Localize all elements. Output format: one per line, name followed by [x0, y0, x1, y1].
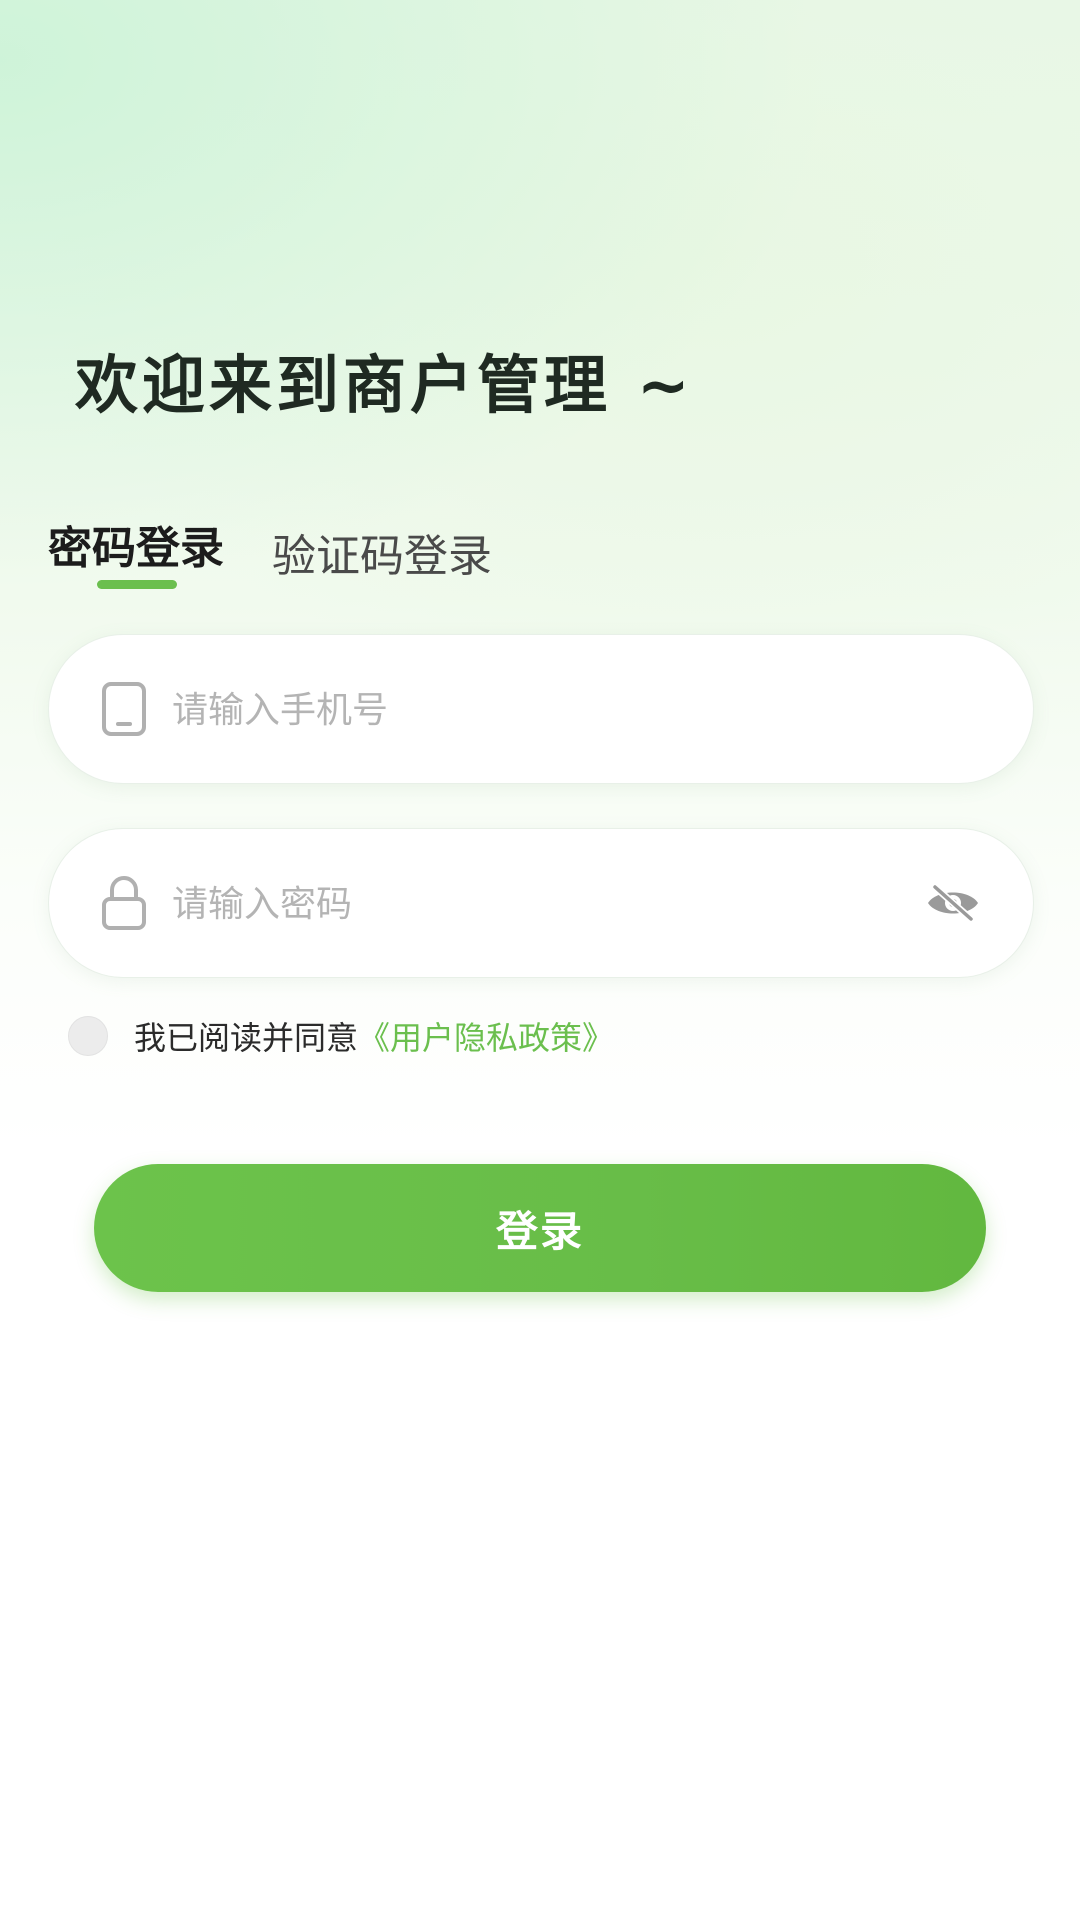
- agreement-text: 我已阅读并同意: [134, 1019, 359, 1057]
- login-page: 欢迎来到商户管理 ~ 密码登录 验证码登录 我已阅读并同意 《用户隐私政策》: [0, 0, 1080, 1920]
- eye-hidden-icon[interactable]: [925, 881, 981, 925]
- agreement-checkbox[interactable]: [68, 1016, 108, 1056]
- active-tab-indicator: [97, 580, 177, 589]
- login-button[interactable]: 登录: [94, 1164, 986, 1292]
- tab-code-login[interactable]: 验证码登录: [272, 520, 492, 584]
- lock-icon: [102, 876, 146, 930]
- password-field[interactable]: [48, 828, 1034, 978]
- privacy-policy-link[interactable]: 《用户隐私政策》: [358, 1013, 614, 1059]
- welcome-title: 欢迎来到商户管理 ~: [75, 349, 694, 422]
- phone-icon: [102, 682, 146, 736]
- login-button-label: 登录: [495, 1206, 584, 1256]
- phone-field[interactable]: [48, 634, 1034, 784]
- agreement-row: 我已阅读并同意 《用户隐私政策》: [68, 1012, 614, 1060]
- password-input[interactable]: [172, 869, 932, 939]
- tab-password-login[interactable]: 密码登录: [48, 512, 224, 576]
- login-tabs: 密码登录 验证码登录: [48, 512, 648, 602]
- phone-input[interactable]: [172, 675, 932, 745]
